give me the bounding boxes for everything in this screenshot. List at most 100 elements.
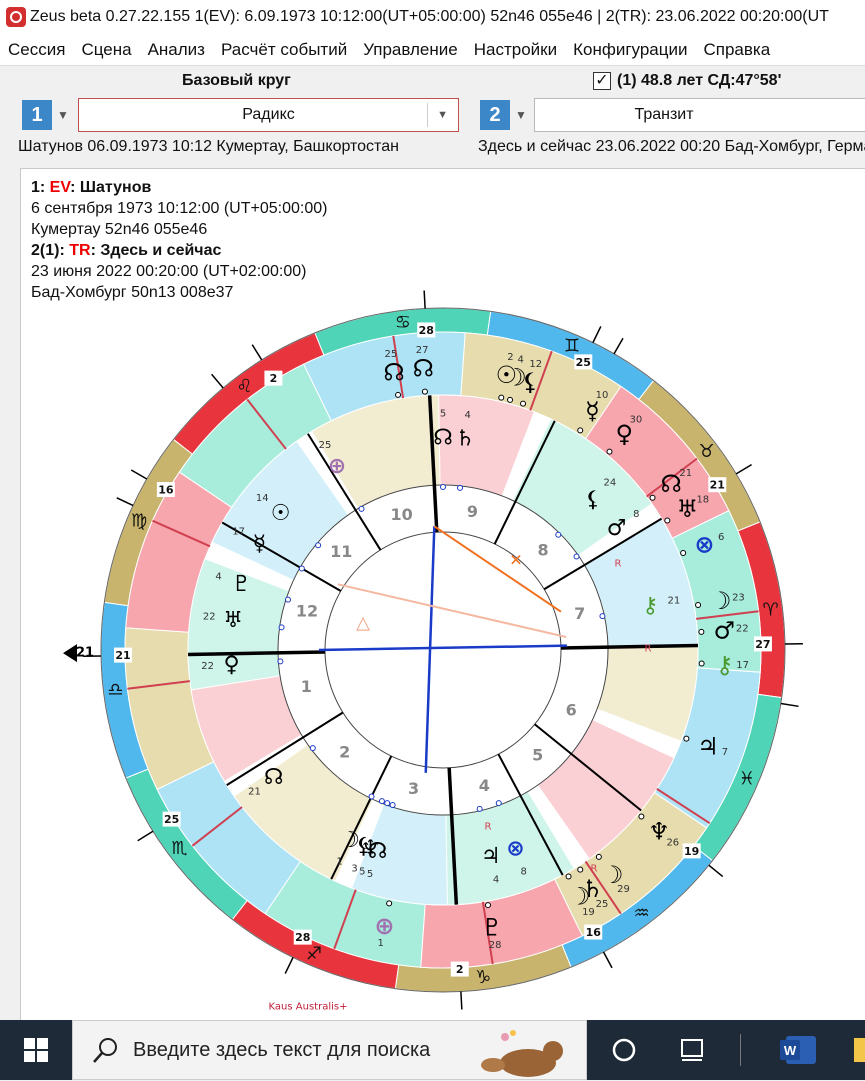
taskbar-search-box[interactable]: Введите здесь текст для поиска (72, 1020, 587, 1080)
task-view-circle-icon[interactable] (604, 1020, 644, 1080)
transit-planet-glyph-11: ♂ (714, 616, 736, 644)
radix-planet-degree-3: 14 (256, 493, 269, 504)
radix-planet-degree-14: 3 (351, 863, 357, 874)
transit-planet-glyph-4: ☉ (496, 361, 518, 389)
radix-planet-marker-13 (369, 794, 374, 799)
menu-analysis[interactable]: Анализ (140, 34, 213, 66)
retrograde-mark-3: R (591, 864, 598, 875)
transit-planet-degree-4: 2 (507, 352, 513, 363)
transit-planet-marker-18 (485, 903, 490, 908)
overlay-enabled-checkbox[interactable]: ✓ (593, 72, 611, 90)
sign-glyph-10: ♒ (634, 903, 650, 924)
menu-bar: Сессия Сцена Анализ Расчёт событий Управ… (0, 34, 865, 66)
radix-planet-degree-2: 25 (319, 440, 332, 451)
chart-2-description: Здесь и сейчас 23.06.2022 00:20 Бад-Хомб… (478, 138, 865, 156)
radix-planet-marker-17 (496, 801, 501, 806)
menu-control[interactable]: Управление (355, 34, 466, 66)
radix-planet-marker-15 (390, 803, 395, 808)
radix-planet-marker-11 (385, 801, 390, 806)
menu-events[interactable]: Расчёт событий (213, 34, 355, 66)
transit-planet-marker-12 (699, 661, 704, 666)
overlay-title: (1) 48.8 лет СД:47°58' (617, 72, 781, 90)
chart-2-type-combo[interactable]: Транзит (534, 98, 865, 132)
chart-2-dropdown-icon[interactable]: ▼ (512, 100, 530, 130)
radix-planet-glyph-6: ♅ (223, 608, 243, 633)
menu-session[interactable]: Сессия (0, 34, 73, 66)
radix-planet-marker-16 (477, 806, 482, 811)
transit-planet-marker-10 (696, 603, 701, 608)
file-explorer-icon[interactable] (852, 1020, 865, 1080)
radix-planet-degree-4: 17 (232, 527, 245, 538)
transit-planet-marker-9 (681, 550, 686, 555)
asc-arrow-icon (63, 644, 77, 662)
outer-tick-8 (736, 465, 751, 474)
cusp-degree-label-1: 25 (164, 813, 179, 826)
radix-planet-glyph-10: ⚷ (642, 593, 658, 618)
sign-glyph-7: ♏ (171, 838, 187, 859)
radix-planet-degree-7: 22 (201, 661, 214, 672)
radix-planet-glyph-1: ♄ (455, 427, 475, 452)
radix-planet-glyph-4: ☿ (253, 532, 267, 557)
radix-planet-glyph-7: ♀ (223, 652, 239, 677)
cusp-degree-label-10: 2 (270, 372, 278, 385)
house-cusp-1 (188, 652, 325, 654)
radix-planet-glyph-0: ☊ (433, 426, 453, 451)
cusp-degree-label-6: 27 (755, 638, 770, 651)
astro-wheel[interactable]: ♈♉♊♋♌♍♎♏♐♑♒♓1234567891011122125282161927… (21, 169, 865, 1020)
fixed-star-label: Kaus Australis+ (269, 1002, 348, 1013)
transit-planet-marker-15 (596, 854, 601, 859)
sign-glyph-11: ♓ (739, 768, 755, 789)
transit-planet-degree-7: 21 (679, 468, 692, 479)
window-title: Zeus beta 0.27.22.155 1(EV): 6.09.1973 1… (30, 8, 829, 26)
house-number-11: 11 (330, 542, 352, 561)
outer-tick-9 (593, 326, 601, 342)
radix-planet-glyph-3: ☉ (271, 501, 291, 526)
radix-planet-degree-6: 22 (203, 612, 216, 623)
radix-planet-degree-8: 24 (604, 478, 617, 489)
taskbar: Введите здесь текст для поиска W (0, 1020, 865, 1080)
house-number-10: 10 (390, 505, 412, 524)
transit-planet-glyph-8: ♅ (676, 495, 698, 523)
chart-1-dropdown-icon[interactable]: ▼ (54, 100, 72, 130)
radix-planet-degree-5: 4 (215, 572, 221, 583)
chart-1-number[interactable]: 1 (22, 100, 52, 130)
windows-start-icon[interactable] (0, 1020, 72, 1080)
overlay-panel: ✓ (1) 48.8 лет СД:47°58' 2 ▼ Транзит Зде… (468, 66, 865, 162)
outer-tick-12 (131, 470, 147, 479)
outer-tick-4 (604, 952, 612, 968)
transit-planet-degree-14: 26 (666, 837, 679, 848)
menu-configurations[interactable]: Конфигурации (565, 34, 695, 66)
sign-glyph-5: ♍ (131, 511, 147, 532)
radix-planet-glyph-17: ⊗ (506, 837, 524, 862)
radix-planet-degree-0: 5 (440, 409, 446, 420)
radix-planet-marker-7 (278, 659, 283, 664)
radix-planet-marker-8 (556, 532, 561, 537)
radix-planet-marker-1 (458, 485, 463, 490)
chevron-down-icon[interactable]: ▼ (437, 99, 448, 131)
chart-1-type-combo[interactable]: Радикс ▼ (78, 98, 459, 132)
menu-scene[interactable]: Сцена (73, 34, 139, 66)
chart-canvas[interactable]: 1: EV: Шатунов 6 сентября 1973 10:12:00 … (20, 168, 865, 1020)
timeline-icon[interactable] (672, 1020, 712, 1080)
house-number-12: 12 (296, 601, 318, 620)
transit-planet-marker-0 (422, 389, 427, 394)
radix-planet-degree-12: 21 (248, 787, 261, 798)
chart-2-number[interactable]: 2 (480, 100, 510, 130)
radix-planet-marker-4 (299, 566, 304, 571)
chart-1-type-value: Радикс (242, 106, 295, 123)
taskbar-divider (740, 1034, 741, 1066)
bear-illustration-icon (473, 1021, 573, 1081)
sign-glyph-9: ♑ (475, 967, 491, 988)
outer-tick-14 (614, 338, 623, 354)
house-number-9: 9 (467, 502, 478, 521)
transit-planet-degree-11: 22 (736, 624, 749, 635)
radix-planet-marker-14 (379, 799, 384, 804)
cusp-degree-label-4: 16 (586, 926, 602, 939)
menu-settings[interactable]: Настройки (466, 34, 565, 66)
cusp-degree-label-0: 21 (115, 649, 130, 662)
transit-planet-glyph-10: ☽ (710, 587, 732, 615)
menu-help[interactable]: Справка (695, 34, 778, 66)
word-app-icon[interactable]: W (778, 1020, 822, 1080)
radix-planet-marker-2 (359, 506, 364, 511)
transit-planet-degree-5: 10 (596, 390, 609, 401)
